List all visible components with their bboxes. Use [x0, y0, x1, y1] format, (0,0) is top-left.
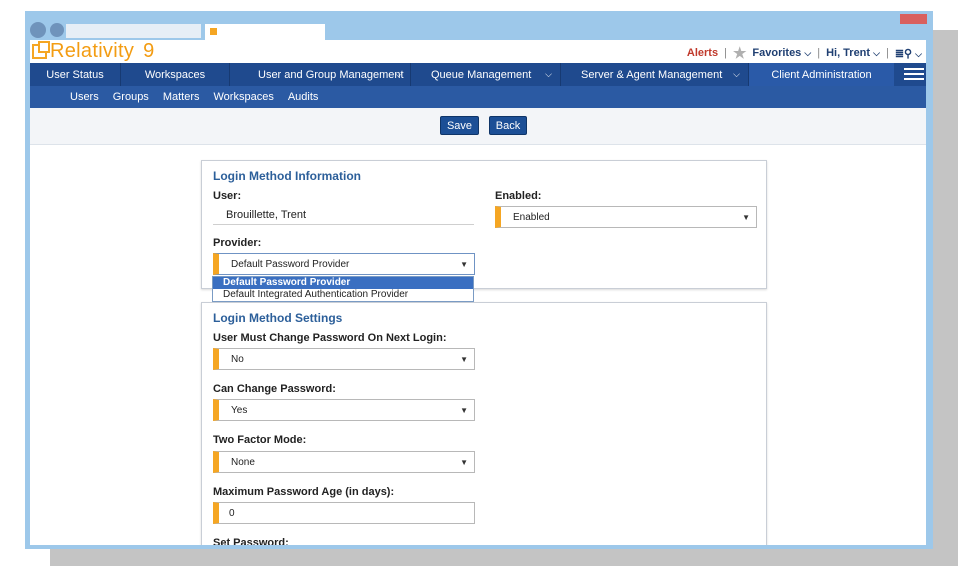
provider-option[interactable]: Default Password Provider: [213, 277, 473, 289]
provider-select[interactable]: Default Password Provider ▼: [213, 253, 475, 275]
app-name: Relativity: [50, 40, 135, 62]
nav-label: User and Group Management: [258, 68, 404, 81]
chevron-down-icon: ⌵: [733, 69, 740, 79]
can-change-value: Yes: [231, 404, 248, 416]
set-password-label: Set Password:: [213, 537, 289, 545]
dropdown-arrow-icon: ▼: [460, 354, 468, 364]
user-value: Brouillette, Trent: [226, 209, 307, 221]
chevron-down-icon: ⌵: [545, 69, 552, 79]
dropdown-arrow-icon: ▼: [460, 259, 468, 269]
header-actions: Alerts | ★ Favorites ⌵ | Hi, Trent ⌵ | ≣…: [687, 44, 922, 62]
favorites-menu[interactable]: Favorites ⌵: [752, 47, 811, 59]
star-icon[interactable]: ★: [733, 44, 746, 62]
enabled-label: Enabled:: [495, 190, 542, 202]
browser-tab-inactive[interactable]: [66, 24, 201, 38]
nav-user-status[interactable]: User Status: [30, 63, 121, 86]
favorites-label: Favorites: [752, 47, 802, 59]
app-logo[interactable]: Relativity 9: [32, 40, 154, 62]
nav-label: Queue Management: [431, 68, 532, 81]
user-underline: [213, 224, 474, 225]
must-change-value: No: [231, 353, 244, 365]
two-factor-label: Two Factor Mode:: [213, 434, 307, 446]
max-age-label: Maximum Password Age (in days):: [213, 486, 395, 498]
nav-label: Client Administration: [771, 68, 872, 81]
subnav-matters[interactable]: Matters: [163, 91, 200, 103]
main-nav: User Status Workspaces User and Group Ma…: [30, 63, 926, 86]
save-button[interactable]: Save: [440, 116, 479, 135]
provider-option[interactable]: Default Integrated Authentication Provid…: [213, 289, 473, 301]
can-change-label: Can Change Password:: [213, 383, 336, 395]
sub-nav: Users Groups Matters Workspaces Audits: [30, 86, 926, 108]
nav-server-agent-management[interactable]: Server & Agent Management ⌵: [561, 63, 749, 86]
subnav-workspaces[interactable]: Workspaces: [214, 91, 274, 103]
nav-user-group-management[interactable]: User and Group Management ⌵: [230, 63, 411, 86]
browser-tab-active[interactable]: [205, 24, 325, 40]
relativity-logo-icon: [32, 40, 50, 59]
nav-label: User Status: [46, 68, 104, 81]
chevron-down-icon: ⌵: [395, 69, 402, 79]
subnav-audits[interactable]: Audits: [288, 91, 319, 103]
user-menu[interactable]: Hi, Trent ⌵: [826, 47, 880, 59]
user-greeting: Hi, Trent: [826, 47, 871, 59]
divider: |: [724, 47, 727, 59]
app-version: 9: [143, 40, 155, 62]
nav-label: Server & Agent Management: [581, 68, 723, 81]
card-title: Login Method Information: [213, 169, 361, 183]
favicon-icon: [210, 28, 217, 35]
max-age-value: 0: [229, 507, 235, 519]
search-icon: ⚲: [904, 47, 913, 60]
provider-label: Provider:: [213, 237, 262, 249]
nav-queue-management[interactable]: Queue Management ⌵: [411, 63, 561, 86]
provider-dropdown-list: Default Password Provider Default Integr…: [212, 276, 474, 302]
dropdown-arrow-icon: ▼: [460, 405, 468, 415]
provider-value: Default Password Provider: [231, 258, 350, 270]
alerts-link[interactable]: Alerts: [687, 47, 718, 59]
login-method-information-card: Login Method Information User: Brouillet…: [201, 160, 767, 289]
must-change-label: User Must Change Password On Next Login:: [213, 332, 447, 344]
action-toolbar: Save Back: [30, 108, 926, 145]
search-menu[interactable]: ≣⚲ ⌵: [895, 47, 922, 60]
chevron-down-icon: ⌵: [915, 48, 922, 59]
user-label: User:: [213, 190, 242, 202]
window-close-button[interactable]: [900, 14, 927, 24]
two-factor-value: None: [231, 456, 255, 468]
card-title: Login Method Settings: [213, 311, 343, 325]
chevron-down-icon: ⌵: [804, 48, 812, 58]
dropdown-arrow-icon: ▼: [460, 457, 468, 467]
app-window: Relativity 9 Alerts | ★ Favorites ⌵ | Hi…: [30, 40, 926, 545]
browser-circle-1: [30, 22, 46, 38]
dropdown-arrow-icon: ▼: [742, 212, 750, 222]
back-button[interactable]: Back: [489, 116, 527, 135]
subnav-groups[interactable]: Groups: [113, 91, 149, 103]
chevron-down-icon: ⌵: [873, 48, 880, 58]
subnav-users[interactable]: Users: [70, 91, 99, 103]
login-method-settings-card: Login Method Settings User Must Change P…: [201, 302, 767, 545]
must-change-select[interactable]: No ▼: [213, 348, 475, 370]
hamburger-menu-icon[interactable]: [904, 68, 924, 80]
divider: |: [885, 47, 889, 59]
nav-workspaces[interactable]: Workspaces: [121, 63, 230, 86]
nav-client-administration[interactable]: Client Administration: [749, 63, 894, 86]
divider: |: [817, 47, 821, 59]
nav-label: Workspaces: [144, 68, 206, 81]
can-change-select[interactable]: Yes ▼: [213, 399, 475, 421]
enabled-select[interactable]: Enabled ▼: [495, 206, 757, 228]
browser-circle-2: [50, 23, 64, 37]
max-age-input[interactable]: 0: [213, 502, 475, 524]
enabled-value: Enabled: [513, 211, 550, 223]
two-factor-select[interactable]: None ▼: [213, 451, 475, 473]
